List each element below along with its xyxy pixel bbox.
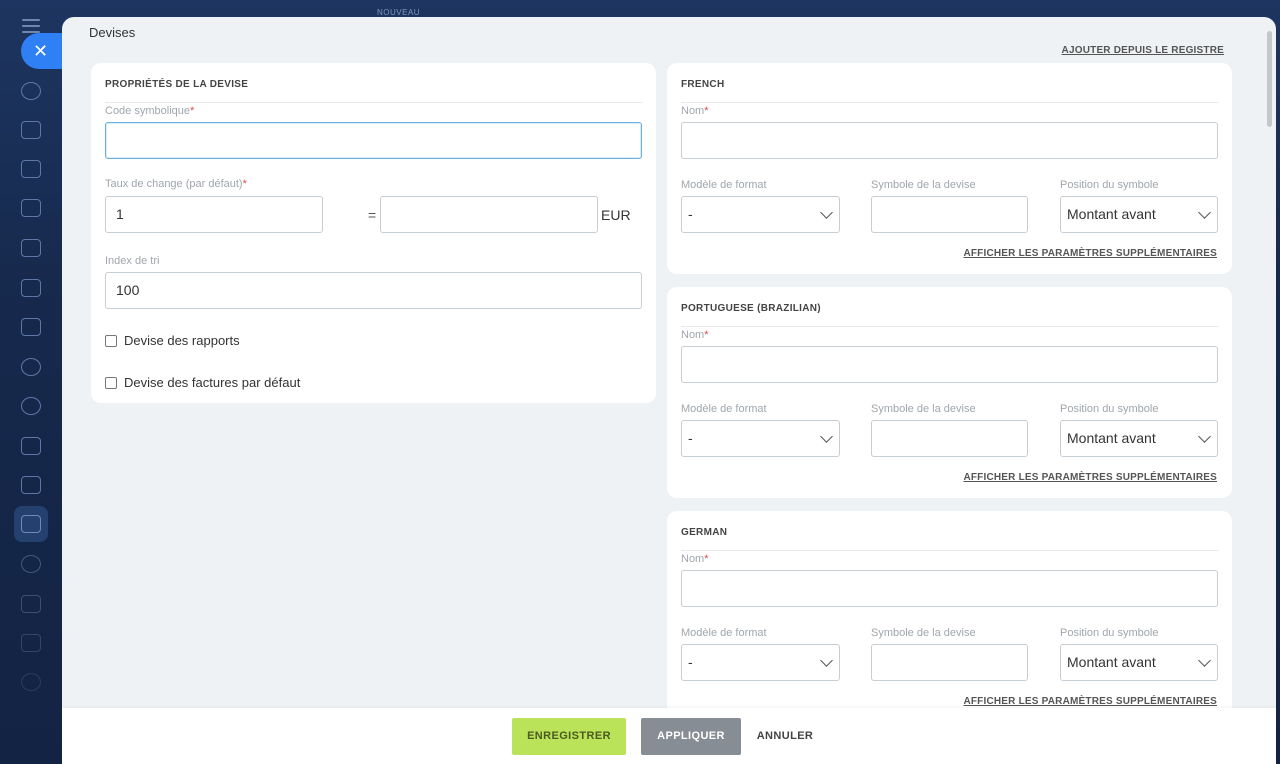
chevron-down-icon (820, 206, 833, 219)
mail-icon[interactable] (21, 318, 41, 336)
name-input[interactable] (681, 570, 1218, 607)
card-title: PROPRIÉTÉS DE LA DEVISE (105, 79, 249, 90)
position-select[interactable]: Montant avant (1060, 196, 1218, 233)
close-slider-button[interactable]: ✕ (21, 33, 63, 69)
checkbox[interactable] (105, 334, 117, 347)
format-label: Modèle de format (681, 627, 767, 639)
card-title: GERMAN (681, 527, 728, 538)
menu-icon[interactable] (22, 19, 40, 33)
add-from-registry-link[interactable]: AJOUTER DEPUIS LE REGISTRE (1062, 45, 1224, 56)
position-label: Position du symbole (1060, 179, 1159, 191)
filter-icon[interactable] (21, 515, 41, 533)
equals-sign: = (368, 207, 377, 223)
currency-properties-card: PROPRIÉTÉS DE LA DEVISE Code symbolique*… (91, 63, 656, 403)
code-label: Code symbolique* (105, 105, 195, 117)
checkbox[interactable] (105, 376, 117, 389)
sort-index-input[interactable]: 100 (105, 272, 642, 309)
card-title: FRENCH (681, 79, 725, 90)
symbol-label: Symbole de la devise (871, 403, 976, 415)
symbol-label: Symbole de la devise (871, 179, 976, 191)
code-input[interactable] (105, 122, 642, 159)
name-label: Nom* (681, 329, 709, 341)
base-currency: EUR (601, 207, 631, 223)
calendar-icon[interactable] (21, 199, 41, 217)
more-settings-link[interactable]: AFFICHER LES PARAMÈTRES SUPPLÉMENTAIRES (963, 248, 1217, 259)
format-select[interactable]: - (681, 644, 840, 681)
format-select[interactable]: - (681, 420, 840, 457)
language-card-french: FRENCH Nom* Modèle de format - Symbole d… (667, 63, 1232, 274)
sync-icon[interactable] (21, 82, 41, 100)
report-currency-checkbox[interactable]: Devise des rapports (105, 333, 240, 348)
name-input[interactable] (681, 346, 1218, 383)
contacts-icon[interactable] (21, 358, 41, 376)
language-card-portuguese: PORTUGUESE (BRAZILIAN) Nom* Modèle de fo… (667, 287, 1232, 498)
more-settings-link[interactable]: AFFICHER LES PARAMÈTRES SUPPLÉMENTAIRES (963, 472, 1217, 483)
rate-base-input[interactable] (380, 196, 598, 233)
apply-button[interactable]: APPLIQUER (641, 718, 741, 755)
symbol-input[interactable] (871, 644, 1028, 681)
save-button[interactable]: ENREGISTRER (512, 718, 626, 755)
position-select[interactable]: Montant avant (1060, 420, 1218, 457)
checkbox-label: Devise des rapports (124, 333, 240, 348)
rate-label: Taux de change (par défaut)* (105, 178, 247, 190)
chevron-down-icon (820, 430, 833, 443)
user-icon[interactable] (21, 673, 41, 691)
cart-icon[interactable] (21, 595, 41, 613)
chevron-down-icon (1198, 430, 1211, 443)
document-icon[interactable] (21, 239, 41, 257)
name-label: Nom* (681, 553, 709, 565)
tasks-icon[interactable] (21, 160, 41, 178)
card-title: PORTUGUESE (BRAZILIAN) (681, 303, 821, 314)
name-input[interactable] (681, 122, 1218, 159)
rate-amount-input[interactable]: 1 (105, 196, 323, 233)
divider (105, 102, 642, 103)
chevron-down-icon (820, 654, 833, 667)
card-icon[interactable] (21, 634, 41, 652)
left-sidebar (0, 0, 62, 764)
chevron-down-icon (1198, 206, 1211, 219)
cancel-button[interactable]: ANNULER (750, 718, 820, 755)
symbol-input[interactable] (871, 196, 1028, 233)
sites-icon[interactable] (21, 437, 41, 455)
crm-icon[interactable] (21, 397, 41, 415)
position-label: Position du symbole (1060, 403, 1159, 415)
drive-icon[interactable] (21, 279, 41, 297)
divider (681, 102, 1218, 103)
invoice-currency-checkbox[interactable]: Devise des factures par défaut (105, 375, 300, 390)
sort-label: Index de tri (105, 255, 160, 267)
language-card-german: GERMAN Nom* Modèle de format - Symbole d… (667, 511, 1232, 722)
scrollbar[interactable] (1267, 31, 1272, 127)
divider (681, 550, 1218, 551)
divider (681, 326, 1218, 327)
position-select[interactable]: Montant avant (1060, 644, 1218, 681)
more-settings-link[interactable]: AFFICHER LES PARAMÈTRES SUPPLÉMENTAIRES (963, 696, 1217, 707)
checklist-icon[interactable] (21, 476, 41, 494)
chat-icon[interactable] (21, 121, 41, 139)
close-icon: ✕ (33, 41, 49, 61)
symbol-input[interactable] (871, 420, 1028, 457)
format-label: Modèle de format (681, 179, 767, 191)
format-select[interactable]: - (681, 196, 840, 233)
symbol-label: Symbole de la devise (871, 627, 976, 639)
package-icon[interactable] (21, 555, 41, 573)
new-badge: NOUVEAU (377, 8, 421, 17)
position-label: Position du symbole (1060, 627, 1159, 639)
name-label: Nom* (681, 105, 709, 117)
page-title: Devises (89, 25, 136, 40)
checkbox-label: Devise des factures par défaut (124, 375, 301, 390)
currency-slider: Devises AJOUTER DEPUIS LE REGISTRE PROPR… (62, 17, 1276, 764)
format-label: Modèle de format (681, 403, 767, 415)
chevron-down-icon (1198, 654, 1211, 667)
footer-buttons: ENREGISTRER APPLIQUER ANNULER (62, 708, 1276, 764)
